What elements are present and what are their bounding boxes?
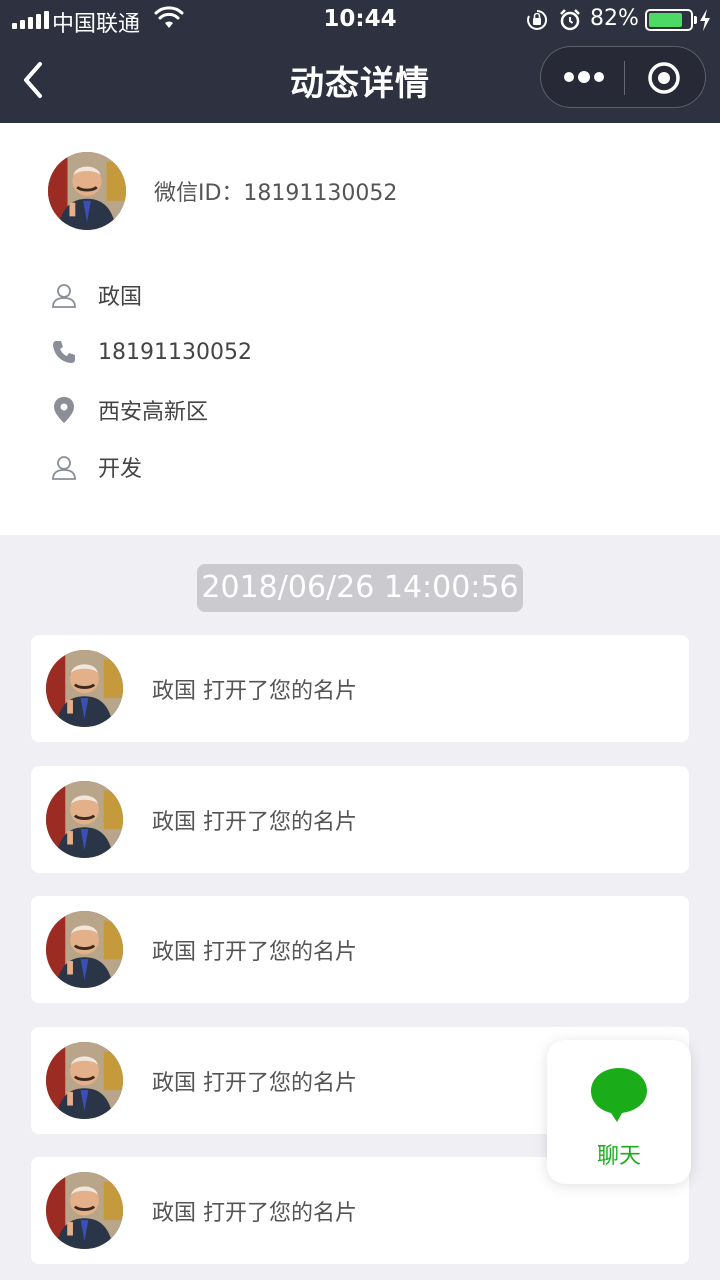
contact-location: 西安高新区: [98, 400, 209, 425]
activity-text: 政国 打开了您的名片: [152, 679, 357, 704]
activity-item[interactable]: 政国 打开了您的名片: [31, 635, 689, 742]
activity-item[interactable]: 政国 打开了您的名片: [31, 766, 689, 873]
wechat-id: 微信ID：18191130052: [154, 181, 398, 206]
contact-department: 开发: [98, 457, 143, 482]
rotation-lock-icon: [525, 8, 549, 38]
avatar: [46, 911, 123, 988]
activity-text: 政国 打开了您的名片: [152, 940, 357, 965]
info-row-phone: 18191130052: [50, 332, 252, 372]
avatar-image: [46, 911, 123, 988]
avatar-image: [48, 152, 126, 230]
phone-icon: [50, 338, 78, 366]
close-target-icon[interactable]: [647, 61, 681, 95]
activity-text: 政国 打开了您的名片: [152, 810, 357, 835]
battery-icon: [645, 9, 697, 31]
profile-card: 微信ID：18191130052 政国 18191130052 西安高新区 开发: [0, 123, 720, 535]
contact-phone: 18191130052: [98, 339, 252, 365]
avatar: [46, 781, 123, 858]
top-bar: 中国联通 10:44 82% 动态详情: [0, 0, 720, 123]
contact-name: 政国: [98, 285, 143, 310]
chat-label: 聊天: [596, 1144, 641, 1169]
avatar-image: [46, 650, 123, 727]
capsule-divider: [624, 61, 625, 95]
avatar-image: [46, 1172, 123, 1249]
status-bar: 中国联通 10:44 82%: [0, 0, 720, 40]
battery-percent: 82%: [590, 6, 639, 31]
activity-text: 政国 打开了您的名片: [152, 1071, 357, 1096]
chat-button[interactable]: 聊天: [547, 1040, 691, 1184]
avatar: [46, 1042, 123, 1119]
avatar: [48, 152, 126, 230]
user-icon: [50, 281, 78, 309]
info-row-location: 西安高新区: [50, 390, 208, 430]
timestamp-badge: 2018/06/26 14:00:56: [197, 564, 523, 612]
activity-text: 政国 打开了您的名片: [152, 1201, 357, 1226]
avatar-image: [46, 1042, 123, 1119]
user-icon: [50, 453, 78, 481]
more-icon[interactable]: [563, 65, 605, 89]
alarm-icon: [558, 8, 582, 38]
info-row-department: 开发: [50, 447, 142, 487]
avatar: [46, 650, 123, 727]
location-pin-icon: [50, 396, 78, 424]
chat-bubble-icon: [591, 1068, 647, 1122]
activity-item[interactable]: 政国 打开了您的名片: [31, 896, 689, 1003]
info-row-name: 政国: [50, 275, 142, 315]
avatar: [46, 1172, 123, 1249]
avatar-image: [46, 781, 123, 858]
mini-program-capsule: [540, 46, 706, 108]
charging-icon: [698, 8, 712, 38]
